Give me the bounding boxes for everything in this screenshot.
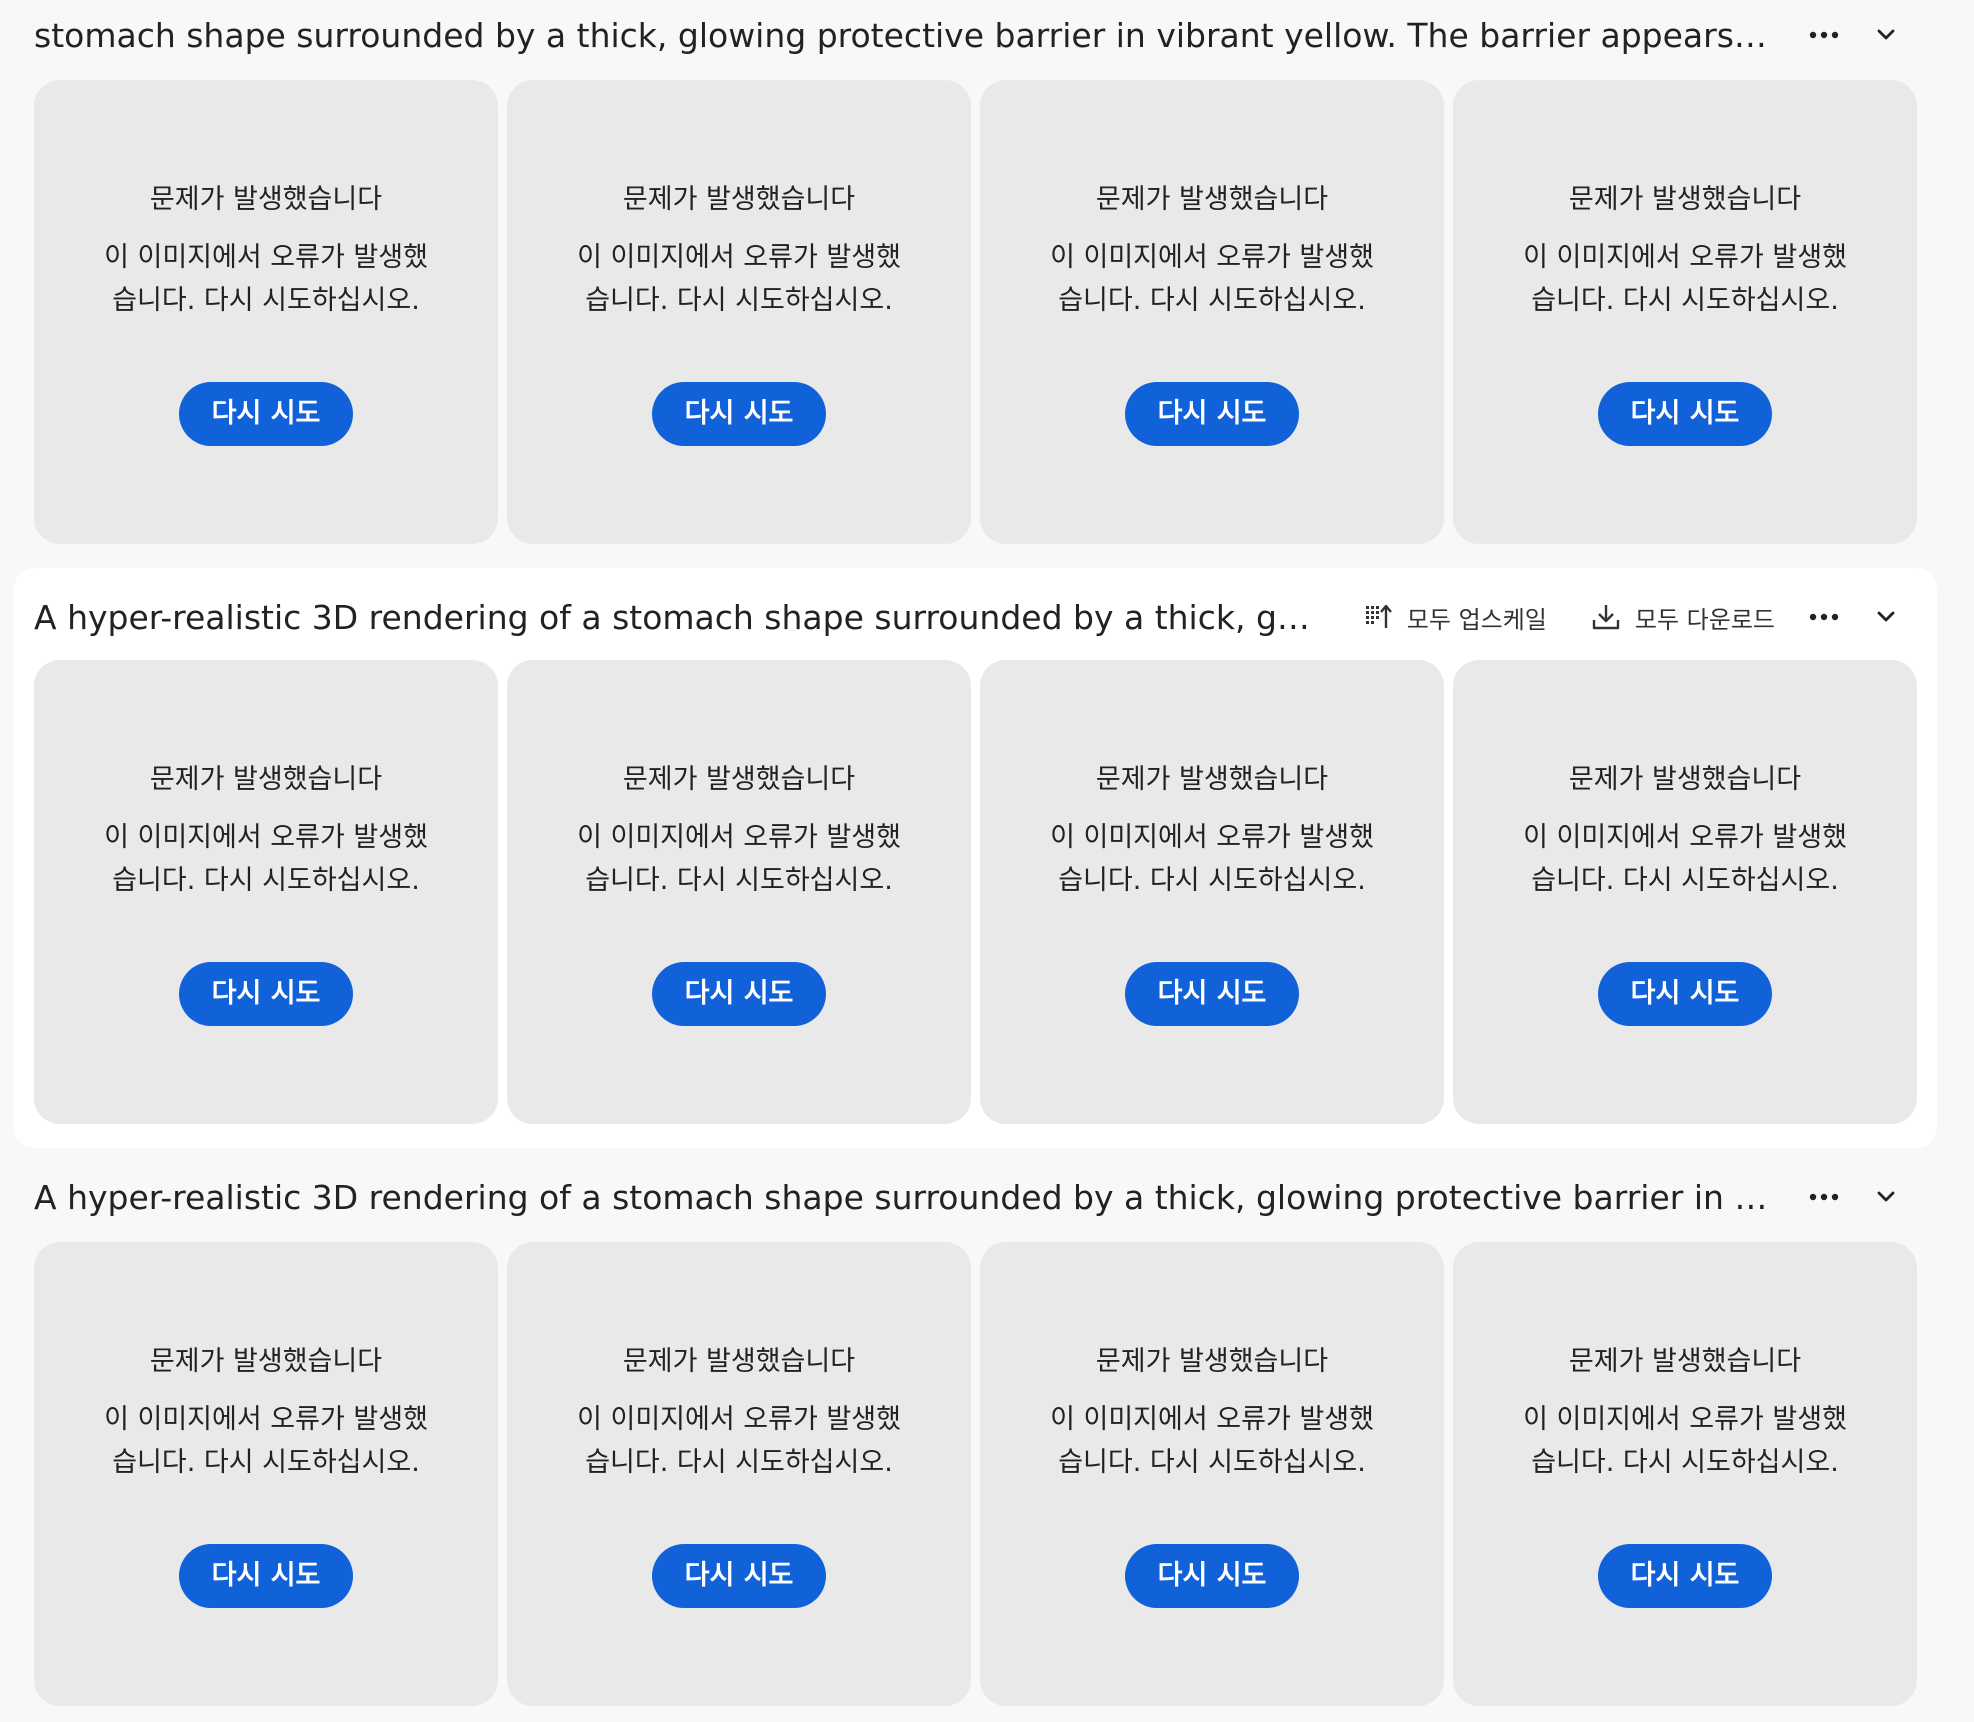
error-card: 문제가 발생했습니다 이 이미지에서 오류가 발생했습니다. 다시 시도하십시오… xyxy=(507,1242,971,1706)
retry-button[interactable]: 다시 시도 xyxy=(652,382,826,446)
error-card: 문제가 발생했습니다 이 이미지에서 오류가 발생했습니다. 다시 시도하십시오… xyxy=(507,660,971,1124)
image-grid: 문제가 발생했습니다 이 이미지에서 오류가 발생했습니다. 다시 시도하십시오… xyxy=(34,80,1924,544)
error-message: 이 이미지에서 오류가 발생했습니다. 다시 시도하십시오. xyxy=(1523,1404,1847,1478)
collapse-button[interactable] xyxy=(1863,12,1909,58)
upscale-icon xyxy=(1365,604,1392,628)
download-all-button[interactable]: 모두 다운로드 xyxy=(1591,600,1775,635)
error-message: 이 이미지에서 오류가 발생했습니다. 다시 시도하십시오. xyxy=(1050,1404,1374,1478)
upscale-all-label: 모두 업스케일 xyxy=(1406,605,1547,634)
more-horizontal-icon xyxy=(1809,1193,1839,1201)
download-all-label: 모두 다운로드 xyxy=(1634,605,1775,634)
error-card: 문제가 발생했습니다 이 이미지에서 오류가 발생했습니다. 다시 시도하십시오… xyxy=(980,1242,1444,1706)
chevron-down-icon xyxy=(1877,1191,1895,1202)
error-title: 문제가 발생했습니다 xyxy=(1095,1346,1329,1377)
retry-button[interactable]: 다시 시도 xyxy=(179,1544,353,1608)
error-message: 이 이미지에서 오류가 발생했습니다. 다시 시도하십시오. xyxy=(1523,242,1847,316)
error-title: 문제가 발생했습니다 xyxy=(1568,764,1802,795)
retry-button[interactable]: 다시 시도 xyxy=(652,1544,826,1608)
error-card: 문제가 발생했습니다 이 이미지에서 오류가 발생했습니다. 다시 시도하십시오… xyxy=(1453,660,1917,1124)
generation-group-1: stomach shape surrounded by a thick, glo… xyxy=(14,2,1937,552)
error-title: 문제가 발생했습니다 xyxy=(622,764,856,795)
group-header: A hyper-realistic 3D rendering of a stom… xyxy=(34,1164,1917,1230)
chevron-down-icon xyxy=(1877,29,1895,40)
prompt-text[interactable]: A hyper-realistic 3D rendering of a stom… xyxy=(34,598,1319,637)
error-message: 이 이미지에서 오류가 발생했습니다. 다시 시도하십시오. xyxy=(577,1404,901,1478)
retry-button[interactable]: 다시 시도 xyxy=(179,382,353,446)
error-title: 문제가 발생했습니다 xyxy=(1095,184,1329,215)
retry-button[interactable]: 다시 시도 xyxy=(1598,1544,1772,1608)
download-icon xyxy=(1592,605,1620,630)
error-card: 문제가 발생했습니다 이 이미지에서 오류가 발생했습니다. 다시 시도하십시오… xyxy=(34,1242,498,1706)
collapse-button[interactable] xyxy=(1863,1174,1909,1220)
error-title: 문제가 발생했습니다 xyxy=(149,1346,383,1377)
error-title: 문제가 발생했습니다 xyxy=(622,1346,856,1377)
prompt-text[interactable]: stomach shape surrounded by a thick, glo… xyxy=(34,16,1775,55)
upscale-all-button[interactable]: 모두 업스케일 xyxy=(1363,600,1547,635)
error-title: 문제가 발생했습니다 xyxy=(1095,764,1329,795)
error-card: 문제가 발생했습니다 이 이미지에서 오류가 발생했습니다. 다시 시도하십시오… xyxy=(980,660,1444,1124)
error-card: 문제가 발생했습니다 이 이미지에서 오류가 발생했습니다. 다시 시도하십시오… xyxy=(1453,1242,1917,1706)
error-title: 문제가 발생했습니다 xyxy=(149,764,383,795)
generation-group-3: A hyper-realistic 3D rendering of a stom… xyxy=(14,1164,1937,1722)
retry-button[interactable]: 다시 시도 xyxy=(1598,382,1772,446)
error-message: 이 이미지에서 오류가 발생했습니다. 다시 시도하십시오. xyxy=(1050,242,1374,316)
more-horizontal-icon xyxy=(1809,613,1839,621)
error-title: 문제가 발생했습니다 xyxy=(149,184,383,215)
retry-button[interactable]: 다시 시도 xyxy=(1125,382,1299,446)
error-message: 이 이미지에서 오류가 발생했습니다. 다시 시도하십시오. xyxy=(577,822,901,896)
chevron-down-icon xyxy=(1877,611,1895,622)
error-message: 이 이미지에서 오류가 발생했습니다. 다시 시도하십시오. xyxy=(104,242,428,316)
group-header: stomach shape surrounded by a thick, glo… xyxy=(34,2,1917,68)
more-options-button[interactable] xyxy=(1801,594,1847,640)
error-card: 문제가 발생했습니다 이 이미지에서 오류가 발생했습니다. 다시 시도하십시오… xyxy=(34,80,498,544)
image-grid: 문제가 발생했습니다 이 이미지에서 오류가 발생했습니다. 다시 시도하십시오… xyxy=(34,1242,1924,1706)
error-message: 이 이미지에서 오류가 발생했습니다. 다시 시도하십시오. xyxy=(577,242,901,316)
error-card: 문제가 발생했습니다 이 이미지에서 오류가 발생했습니다. 다시 시도하십시오… xyxy=(507,80,971,544)
image-grid: 문제가 발생했습니다 이 이미지에서 오류가 발생했습니다. 다시 시도하십시오… xyxy=(34,660,1924,1124)
error-title: 문제가 발생했습니다 xyxy=(1568,1346,1802,1377)
error-message: 이 이미지에서 오류가 발생했습니다. 다시 시도하십시오. xyxy=(1523,822,1847,896)
error-message: 이 이미지에서 오류가 발생했습니다. 다시 시도하십시오. xyxy=(1050,822,1374,896)
collapse-button[interactable] xyxy=(1863,594,1909,640)
generation-group-2: A hyper-realistic 3D rendering of a stom… xyxy=(14,568,1937,1148)
group-header: A hyper-realistic 3D rendering of a stom… xyxy=(34,584,1917,650)
error-card: 문제가 발생했습니다 이 이미지에서 오류가 발생했습니다. 다시 시도하십시오… xyxy=(34,660,498,1124)
error-title: 문제가 발생했습니다 xyxy=(1568,184,1802,215)
retry-button[interactable]: 다시 시도 xyxy=(179,962,353,1026)
more-options-button[interactable] xyxy=(1801,1174,1847,1220)
error-card: 문제가 발생했습니다 이 이미지에서 오류가 발생했습니다. 다시 시도하십시오… xyxy=(980,80,1444,544)
error-message: 이 이미지에서 오류가 발생했습니다. 다시 시도하십시오. xyxy=(104,822,428,896)
more-options-button[interactable] xyxy=(1801,12,1847,58)
retry-button[interactable]: 다시 시도 xyxy=(1125,962,1299,1026)
error-title: 문제가 발생했습니다 xyxy=(622,184,856,215)
retry-button[interactable]: 다시 시도 xyxy=(1125,1544,1299,1608)
retry-button[interactable]: 다시 시도 xyxy=(652,962,826,1026)
error-card: 문제가 발생했습니다 이 이미지에서 오류가 발생했습니다. 다시 시도하십시오… xyxy=(1453,80,1917,544)
error-message: 이 이미지에서 오류가 발생했습니다. 다시 시도하십시오. xyxy=(104,1404,428,1478)
prompt-text[interactable]: A hyper-realistic 3D rendering of a stom… xyxy=(34,1178,1775,1217)
retry-button[interactable]: 다시 시도 xyxy=(1598,962,1772,1026)
more-horizontal-icon xyxy=(1809,31,1839,39)
